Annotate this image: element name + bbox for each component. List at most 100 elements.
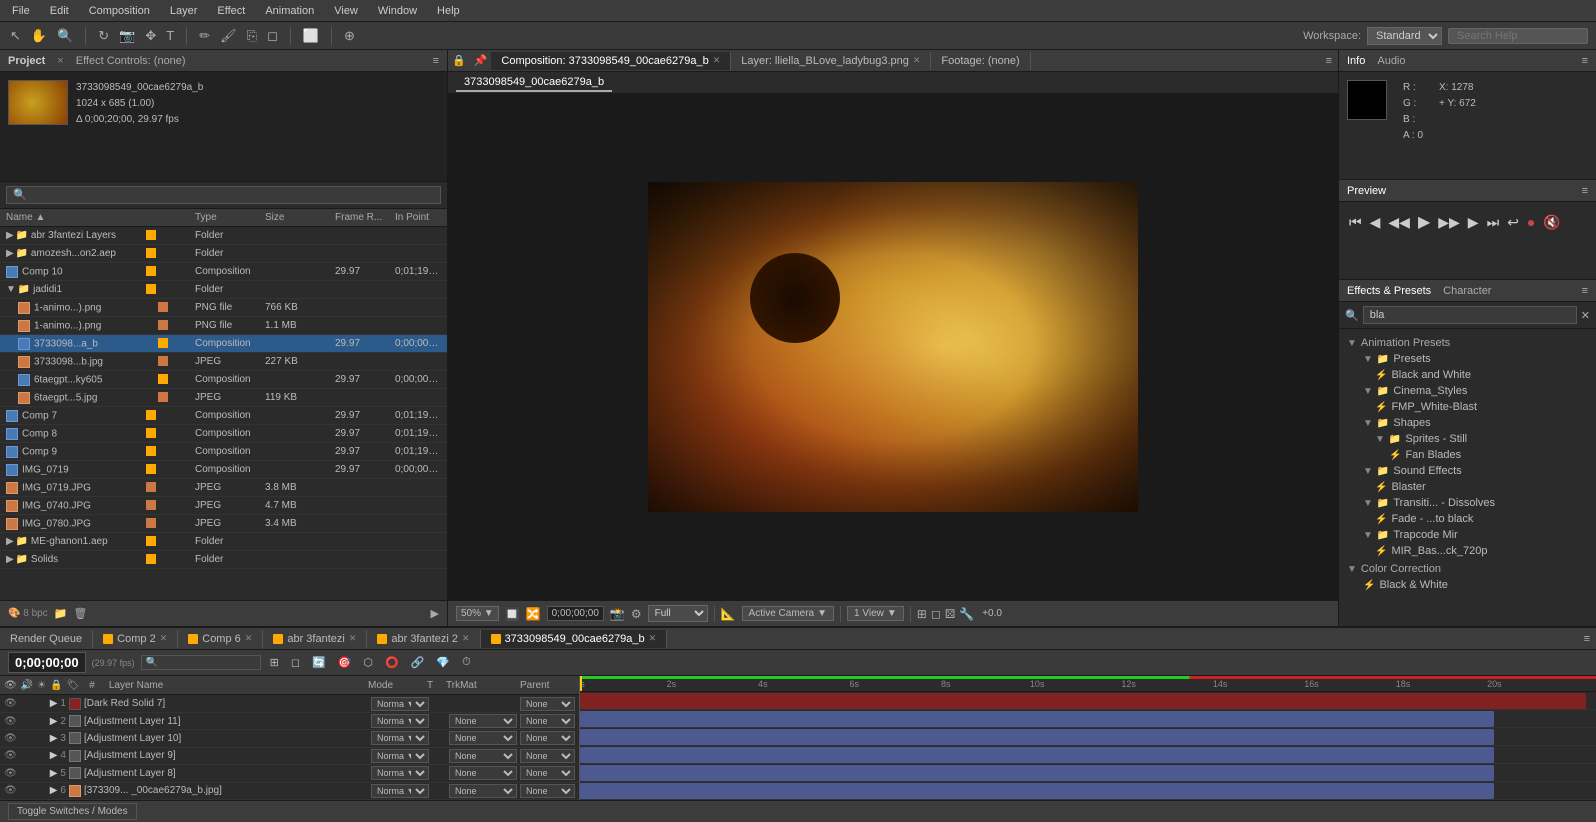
info-tab[interactable]: Info bbox=[1347, 55, 1365, 67]
layer-row-4[interactable]: 👁 ▶ 4 [Adjustment Layer 9] Norma ▼ None … bbox=[0, 748, 579, 765]
menu-layer[interactable]: Layer bbox=[166, 3, 202, 19]
effects-search-input[interactable] bbox=[1363, 306, 1577, 324]
blaster-item[interactable]: ⚡ Blaster bbox=[1339, 479, 1596, 495]
search-help-input[interactable] bbox=[1448, 28, 1588, 44]
track-bar-5[interactable] bbox=[580, 764, 1596, 782]
new-comp-btn[interactable]: 🗑 bbox=[73, 607, 87, 620]
table-row[interactable]: ▼📁 jadidi1 Folder bbox=[0, 281, 447, 299]
abr3fantezi-tab-close[interactable]: ✕ bbox=[349, 633, 357, 644]
table-row[interactable]: 3733098...a_b Composition 29.97 0;00;00;… bbox=[0, 335, 447, 353]
project-search-input[interactable] bbox=[6, 186, 441, 204]
layer4-trkmat-select[interactable]: None bbox=[449, 749, 517, 763]
brush-tool[interactable]: 🖌 bbox=[218, 26, 239, 46]
info-panel-menu[interactable]: ≡ bbox=[1582, 55, 1588, 67]
table-row[interactable]: IMG_0780.JPG JPEG 3.4 MB bbox=[0, 515, 447, 533]
table-row[interactable]: Comp 8 Composition 29.97 0;01;19;29 bbox=[0, 425, 447, 443]
timeline-tool-4[interactable]: 🎯 bbox=[335, 655, 355, 670]
fan-blades-item[interactable]: ⚡ Fan Blades bbox=[1339, 447, 1596, 463]
comp-tab-layer-close[interactable]: ✕ bbox=[913, 55, 921, 66]
new-folder-btn[interactable]: 📁 bbox=[54, 607, 68, 620]
table-row[interactable]: ▶📁 amozesh...on2.aep Folder bbox=[0, 245, 447, 263]
sound-effects-folder[interactable]: ▼ 📁 Sound Effects bbox=[1339, 463, 1596, 479]
black-and-white-item[interactable]: ⚡ Black and White bbox=[1339, 367, 1596, 383]
layer5-parent-select[interactable]: None bbox=[520, 766, 575, 780]
timeline-tool-5[interactable]: ⬡ bbox=[360, 655, 376, 670]
mask-toggle[interactable]: ◻ bbox=[931, 607, 941, 621]
preview-next-btn[interactable]: ▶▶ bbox=[1436, 212, 1462, 233]
menu-window[interactable]: Window bbox=[374, 3, 421, 19]
layer1-parent-select[interactable]: None bbox=[520, 697, 575, 711]
comp-panel-menu[interactable]: ≡ bbox=[1320, 52, 1338, 70]
layer1-mode-select[interactable]: Norma ▼ bbox=[371, 697, 429, 711]
layer6-mode-select[interactable]: Norma ▼ bbox=[371, 784, 429, 798]
main-comp-tab-close[interactable]: ✕ bbox=[649, 633, 657, 644]
menu-file[interactable]: File bbox=[8, 3, 34, 19]
layer1-visibility-icon[interactable]: 👁 bbox=[4, 698, 17, 709]
render-toggle[interactable]: 🔧 bbox=[959, 607, 974, 621]
3d-toggle[interactable]: ⚄ bbox=[945, 607, 955, 621]
table-row[interactable]: Comp 7 Composition 29.97 0;01;19;29 bbox=[0, 407, 447, 425]
animation-presets-header[interactable]: ▼ Animation Presets bbox=[1339, 335, 1596, 351]
grid-toggle[interactable]: ⊞ bbox=[917, 607, 927, 621]
timeline-tool-1[interactable]: ⊞ bbox=[267, 655, 282, 670]
preview-first-frame-btn[interactable]: ⏮ bbox=[1347, 212, 1364, 233]
timeline-tab-comp2[interactable]: Comp 2 ✕ bbox=[93, 630, 178, 648]
layer2-trkmat-select[interactable]: None bbox=[449, 714, 517, 728]
table-row[interactable]: 6taegpt...5.jpg JPEG 119 KB bbox=[0, 389, 447, 407]
comp-tab-layer[interactable]: Layer: lliella_BLove_ladybug3.png ✕ bbox=[731, 52, 931, 70]
timeline-tab-abr3fantezi[interactable]: abr 3fantezi ✕ bbox=[263, 630, 367, 648]
viewer-timecode[interactable]: 0;00;00;00 bbox=[547, 606, 604, 621]
snapshot-btn[interactable]: 📸 bbox=[610, 607, 625, 621]
layer2-parent-select[interactable]: None bbox=[520, 714, 575, 728]
preview-tab[interactable]: Preview bbox=[1347, 185, 1386, 197]
mir-item[interactable]: ⚡ MIR_Bas...ck_720p bbox=[1339, 543, 1596, 559]
preview-play-btn[interactable]: ▶ bbox=[1416, 210, 1432, 234]
effects-presets-tab[interactable]: Effects & Presets bbox=[1347, 285, 1431, 297]
comp-tab-main[interactable]: Composition: 3733098549_00cae6279a_b ✕ bbox=[491, 52, 731, 70]
table-row[interactable]: ▶📁 Solids Folder bbox=[0, 551, 447, 569]
preview-panel-menu[interactable]: ≡ bbox=[1582, 185, 1588, 197]
rotate-tool[interactable]: ↻ bbox=[96, 26, 111, 46]
layer1-expand-icon[interactable]: ▶ bbox=[50, 698, 58, 709]
viewer-lock-icon[interactable]: 🔒 bbox=[448, 51, 470, 70]
timeline-tool-3[interactable]: 🔄 bbox=[309, 655, 329, 670]
workspace-select[interactable]: Standard bbox=[1367, 27, 1442, 45]
timeline-search-input[interactable] bbox=[141, 655, 261, 670]
hand-tool[interactable]: ✋ bbox=[29, 26, 49, 46]
menu-effect[interactable]: Effect bbox=[213, 3, 249, 19]
preview-last-frame-btn[interactable]: ⏭ bbox=[1485, 212, 1502, 233]
table-row[interactable]: 1-animo...).png PNG file 1.1 MB bbox=[0, 317, 447, 335]
layer2-visibility-icon[interactable]: 👁 bbox=[4, 716, 17, 727]
audio-tab[interactable]: Audio bbox=[1377, 55, 1405, 67]
trapcode-mir-folder[interactable]: ▼ 📁 Trapcode Mir bbox=[1339, 527, 1596, 543]
layer5-trkmat-select[interactable]: None bbox=[449, 766, 517, 780]
table-row[interactable]: ▶📁 ME-ghanon1.aep Folder bbox=[0, 533, 447, 551]
table-row[interactable]: IMG_0719.JPG JPEG 3.8 MB bbox=[0, 479, 447, 497]
pen-tool[interactable]: ✏ bbox=[197, 26, 212, 46]
timeline-panel-menu[interactable]: ≡ bbox=[1578, 630, 1596, 648]
layer5-mode-select[interactable]: Norma ▼ bbox=[371, 766, 429, 780]
camera-tool[interactable]: 📷 bbox=[117, 26, 137, 46]
puppet-tool[interactable]: ⊕ bbox=[342, 26, 357, 46]
viewer-ctrl-icon-3[interactable]: ⚙ bbox=[631, 607, 642, 621]
text-tool[interactable]: T bbox=[164, 26, 176, 45]
transitions-dissolves-folder[interactable]: ▼ 📁 Transiti... - Dissolves bbox=[1339, 495, 1596, 511]
comp6-tab-close[interactable]: ✕ bbox=[245, 633, 253, 644]
timeline-tool-6[interactable]: ⭕ bbox=[382, 655, 402, 670]
layer-row-2[interactable]: 👁 ▶ 2 [Adjustment Layer 11] Norma ▼ None… bbox=[0, 713, 579, 730]
timeline-tab-comp6[interactable]: Comp 6 ✕ bbox=[178, 630, 263, 648]
view-select-button[interactable]: 1 View ▼ bbox=[847, 606, 904, 621]
comp2-tab-close[interactable]: ✕ bbox=[160, 633, 168, 644]
zoom-tool[interactable]: 🔍 bbox=[55, 26, 75, 46]
layer4-parent-select[interactable]: None bbox=[520, 749, 575, 763]
toggle-switches-modes-btn[interactable]: Toggle Switches / Modes bbox=[8, 803, 137, 820]
layer3-trkmat-select[interactable]: None bbox=[449, 731, 517, 745]
table-row[interactable]: 3733098...b.jpg JPEG 227 KB bbox=[0, 353, 447, 371]
preview-prev-btn[interactable]: ◀◀ bbox=[1386, 212, 1412, 233]
layer6-expand-icon[interactable]: ▶ bbox=[50, 785, 58, 796]
pan-tool[interactable]: ✥ bbox=[143, 26, 158, 46]
arrow-tool[interactable]: ↖ bbox=[8, 26, 23, 46]
timeline-tool-2[interactable]: ◻ bbox=[288, 655, 303, 670]
comp-tab-close[interactable]: ✕ bbox=[713, 55, 721, 66]
table-row[interactable]: 6taegpt...ky605 Composition 29.97 0;00;0… bbox=[0, 371, 447, 389]
